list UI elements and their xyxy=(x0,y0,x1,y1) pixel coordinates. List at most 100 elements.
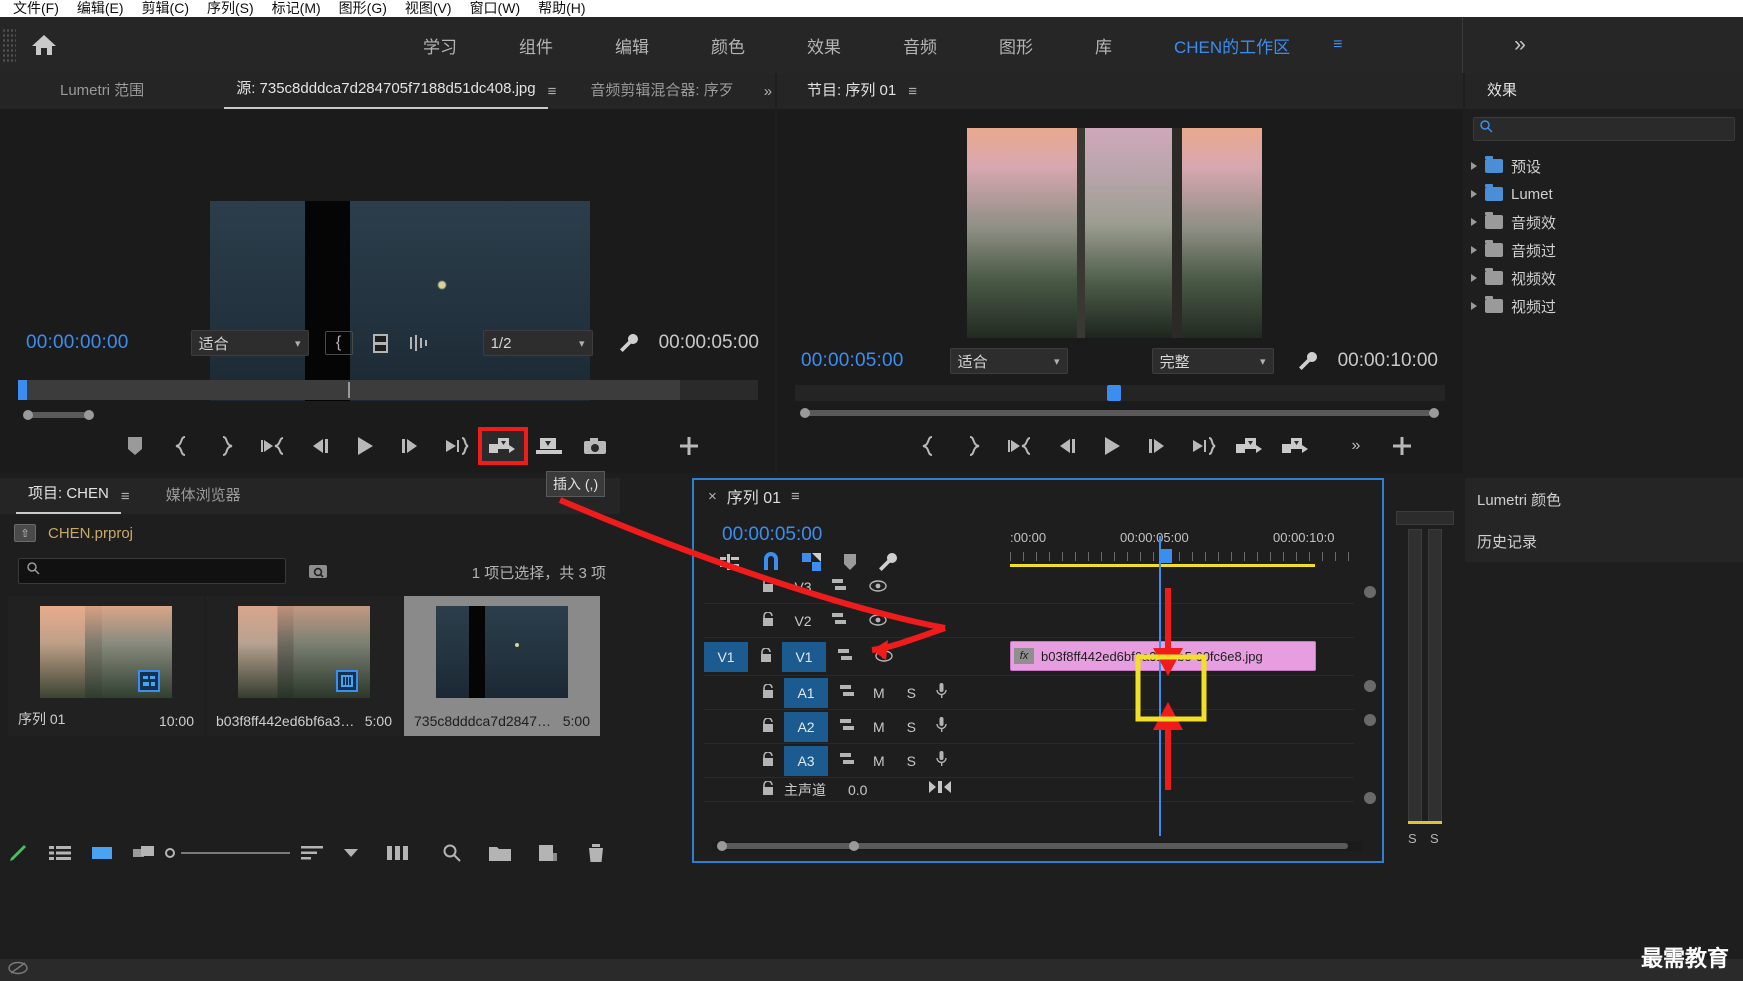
history-panel-tab[interactable]: 历史记录 xyxy=(1465,520,1743,562)
solo-button[interactable]: S xyxy=(907,685,916,701)
play-button[interactable] xyxy=(1089,429,1135,463)
source-resolution-select[interactable]: 1/2 ▾ xyxy=(482,330,593,356)
chevron-right-icon[interactable] xyxy=(1471,190,1477,198)
table-row[interactable]: V1 V1 fx b03f8ff442ed6bf6a31dcb5 60fc6e8… xyxy=(704,638,1354,676)
menu-item-clip[interactable]: 剪辑(C) xyxy=(133,0,198,17)
step-forward-button[interactable] xyxy=(1135,429,1181,463)
keyframe-nav-icon[interactable] xyxy=(929,780,952,799)
parent-folder-icon[interactable]: ⇧ xyxy=(14,524,36,542)
list-item[interactable]: 序列 01 10:00 xyxy=(8,596,204,736)
sync-lock-icon[interactable] xyxy=(840,684,857,701)
track-name[interactable]: 主声道 xyxy=(784,780,826,800)
microphone-icon[interactable] xyxy=(936,683,947,702)
button-editor-button[interactable] xyxy=(666,429,712,463)
chevron-right-icon[interactable] xyxy=(1471,246,1477,254)
sync-lock-icon[interactable] xyxy=(832,578,849,595)
microphone-icon[interactable] xyxy=(936,717,947,736)
chevron-right-icon[interactable] xyxy=(1471,274,1477,282)
extract-button[interactable] xyxy=(1273,429,1319,463)
chevron-down-icon[interactable] xyxy=(334,848,369,858)
step-back-button[interactable] xyxy=(296,429,342,463)
step-forward-button[interactable] xyxy=(388,429,434,463)
play-button[interactable] xyxy=(342,429,388,463)
insert-button[interactable] xyxy=(478,427,528,465)
program-playhead[interactable] xyxy=(1107,385,1121,401)
tab-learn[interactable]: 学习 xyxy=(392,33,488,58)
sort-icon[interactable] xyxy=(290,846,334,860)
track-output-eye-icon[interactable] xyxy=(869,613,887,629)
program-scrub-bar[interactable] xyxy=(795,385,1445,401)
program-overflow-icon[interactable]: » xyxy=(1333,429,1379,463)
tab-audio[interactable]: 音频 xyxy=(872,33,968,58)
zoom-slider[interactable] xyxy=(165,848,290,858)
lock-icon[interactable] xyxy=(762,779,774,799)
effects-row-video-effects[interactable]: 视频效 xyxy=(1471,265,1556,291)
lumetri-color-panel-tab[interactable]: Lumetri 颜色 xyxy=(1465,478,1743,520)
source-playhead[interactable] xyxy=(18,380,27,400)
lock-icon[interactable] xyxy=(762,576,774,596)
program-zoom-knob-left[interactable] xyxy=(800,408,810,418)
list-view-icon[interactable] xyxy=(38,845,80,861)
find-icon[interactable] xyxy=(306,560,330,582)
source-zoom-range[interactable] xyxy=(26,412,88,418)
mark-in-button[interactable] xyxy=(158,429,204,463)
tab-effects[interactable]: 效果 xyxy=(776,33,872,58)
find-icon[interactable] xyxy=(428,844,476,862)
go-to-in-button[interactable] xyxy=(997,429,1043,463)
timeline-horizontal-scrollbar[interactable] xyxy=(712,841,1362,851)
home-icon[interactable] xyxy=(16,17,72,73)
meter-solo-left[interactable]: S xyxy=(1408,831,1417,846)
lock-icon[interactable] xyxy=(762,682,774,702)
track-name[interactable]: V3 xyxy=(786,579,820,595)
program-quality-select[interactable]: 完整 ▾ xyxy=(1151,348,1274,374)
new-item-icon[interactable] xyxy=(524,844,572,862)
panel-grip[interactable] xyxy=(2,28,16,62)
program-zoom-bar[interactable] xyxy=(795,408,1445,418)
track-height-knob-v1[interactable] xyxy=(1364,680,1376,692)
mute-button[interactable]: M xyxy=(873,753,885,769)
source-zoom-bar[interactable] xyxy=(18,410,758,420)
workspace-menu-icon[interactable]: ≡ xyxy=(1333,36,1342,54)
menu-item-help[interactable]: 帮助(H) xyxy=(529,0,594,17)
solo-button[interactable]: S xyxy=(907,753,916,769)
program-zoom-knob-right[interactable] xyxy=(1429,408,1439,418)
source-zoom-knob-left[interactable] xyxy=(23,410,33,420)
lock-icon[interactable] xyxy=(760,646,772,666)
status-eye-icon[interactable] xyxy=(8,961,28,980)
list-item[interactable]: b03f8ff442ed6bf6a31d... 5:00 xyxy=(206,596,402,736)
effects-row-lumetri[interactable]: Lumet xyxy=(1471,181,1553,207)
meter-solo-right[interactable]: S xyxy=(1430,831,1439,846)
effects-row-video-transitions[interactable]: 视频过 xyxy=(1471,293,1556,319)
mute-button[interactable]: M xyxy=(873,685,885,701)
lock-icon[interactable] xyxy=(762,750,774,770)
program-fit-select[interactable]: 适合 ▾ xyxy=(949,348,1068,374)
chevron-right-icon[interactable] xyxy=(1471,302,1477,310)
tab-program-monitor[interactable]: 节目: 序列 01 xyxy=(795,79,908,109)
chevron-right-icon[interactable] xyxy=(1471,218,1477,226)
timeline-scroll-knob-left[interactable] xyxy=(717,841,727,851)
delete-icon[interactable] xyxy=(572,843,620,863)
timeline-clip[interactable]: fx b03f8ff442ed6bf6a31dcb5 60fc6e8.jpg xyxy=(1010,641,1316,671)
table-row[interactable]: V2 xyxy=(704,604,1354,638)
timeline-scroll-range[interactable] xyxy=(720,843,1348,849)
menu-item-marker[interactable]: 标记(M) xyxy=(263,0,330,17)
go-to-out-button[interactable] xyxy=(1181,429,1227,463)
table-row[interactable]: 主声道 0.0 xyxy=(704,778,1354,802)
tab-media-browser[interactable]: 媒体浏览器 xyxy=(154,484,253,514)
tab-effects-panel[interactable]: 效果 xyxy=(1475,79,1529,109)
tab-audio-clip-mixer[interactable]: 音频剪辑混合器: 序歹 xyxy=(578,79,745,109)
project-root-row[interactable]: ⇧ CHEN.prproj xyxy=(14,524,133,542)
tab-source-monitor[interactable]: 源: 735c8dddca7d284705f7188d51dc408.jpg xyxy=(224,77,548,109)
pen-icon[interactable] xyxy=(0,843,38,863)
program-current-time[interactable]: 00:00:05:00 xyxy=(801,350,904,372)
effects-row-audio-effects[interactable]: 音频效 xyxy=(1471,209,1556,235)
menu-item-view[interactable]: 视图(V) xyxy=(396,0,461,17)
columns-icon[interactable] xyxy=(369,845,429,861)
list-item[interactable]: 735c8dddca7d284705f... 5:00 xyxy=(404,596,600,736)
step-back-button[interactable] xyxy=(1043,429,1089,463)
source-panel-menu-icon[interactable]: ≡ xyxy=(548,83,557,109)
program-panel-menu-icon[interactable]: ≡ xyxy=(908,83,917,109)
timeline-ruler[interactable]: :00:00 00:00:05:00 00:00:10:0 xyxy=(1010,530,1352,564)
sync-lock-icon[interactable] xyxy=(840,718,857,735)
audio-waveform-icon[interactable] xyxy=(407,335,431,351)
